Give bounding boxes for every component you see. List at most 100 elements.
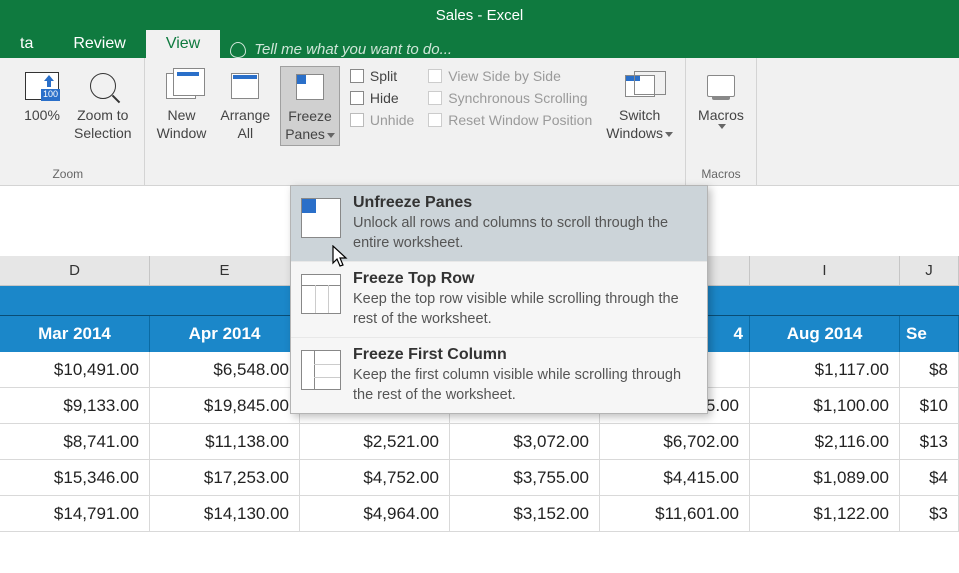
tab-review[interactable]: Review — [53, 30, 145, 58]
split-button[interactable]: Split — [350, 68, 414, 84]
group-label-macros: Macros — [694, 165, 748, 183]
zoom-100-icon — [25, 72, 59, 100]
cell[interactable]: $11,138.00 — [150, 424, 300, 459]
group-macros: Macros Macros — [686, 58, 757, 185]
zoom-100-button[interactable]: 100% — [20, 66, 64, 126]
cell[interactable]: $14,791.00 — [0, 496, 150, 531]
freeze-panes-dropdown: Unfreeze Panes Unlock all rows and colum… — [290, 185, 708, 414]
arrange-all-icon — [231, 73, 259, 99]
col-header-E[interactable]: E — [150, 256, 300, 285]
zoom-button-partial[interactable] — [0, 66, 14, 70]
macros-icon — [707, 75, 735, 97]
header-mar[interactable]: Mar 2014 — [0, 316, 150, 352]
cell[interactable]: $3,152.00 — [450, 496, 600, 531]
view-side-by-side-button: View Side by Side — [428, 68, 592, 84]
titlebar: Sales - Excel — [0, 0, 959, 30]
unfreeze-panes-item[interactable]: Unfreeze Panes Unlock all rows and colum… — [291, 186, 707, 262]
tell-me-search[interactable]: Tell me what you want to do... — [230, 41, 452, 58]
unhide-button[interactable]: Unhide — [350, 112, 414, 128]
label-line1: Macros — [698, 106, 744, 124]
cell[interactable]: $1,089.00 — [750, 460, 900, 495]
cell[interactable]: $3 — [900, 496, 959, 531]
tell-me-placeholder: Tell me what you want to do... — [254, 41, 452, 58]
cell[interactable]: $11,601.00 — [600, 496, 750, 531]
table-row: $8,741.00$11,138.00$2,521.00$3,072.00$6,… — [0, 424, 959, 460]
dd-title: Unfreeze Panes — [353, 194, 697, 212]
freeze-top-row-item[interactable]: Freeze Top Row Keep the top row visible … — [291, 262, 707, 338]
dd-desc: Keep the first column visible while scro… — [353, 366, 697, 405]
cell[interactable]: $2,116.00 — [750, 424, 900, 459]
label-line2: Windows — [606, 125, 663, 141]
label-line1: Freeze — [288, 107, 332, 125]
switch-windows-icon — [625, 75, 655, 97]
chevron-down-icon — [718, 124, 726, 129]
mouse-cursor-icon — [332, 245, 350, 274]
switch-windows-button[interactable]: Switch Windows — [602, 66, 677, 144]
label-line2: All — [238, 124, 254, 142]
cell[interactable]: $4,752.00 — [300, 460, 450, 495]
cell[interactable]: $19,845.00 — [150, 388, 300, 423]
reset-window-position-button: Reset Window Position — [428, 112, 592, 128]
cell[interactable]: $4,964.00 — [300, 496, 450, 531]
tab-data[interactable]: ta — [0, 30, 53, 58]
col-header-I[interactable]: I — [750, 256, 900, 285]
cell[interactable]: $6,702.00 — [600, 424, 750, 459]
tab-view[interactable]: View — [146, 30, 220, 58]
freeze-first-col-icon — [301, 350, 341, 390]
dd-title: Freeze First Column — [353, 346, 697, 364]
cell[interactable]: $2,521.00 — [300, 424, 450, 459]
app-title: Sales - Excel — [436, 7, 524, 24]
cell[interactable]: $1,122.00 — [750, 496, 900, 531]
cell[interactable]: $8 — [900, 352, 959, 387]
col-header-D[interactable]: D — [0, 256, 150, 285]
table-row: $15,346.00$17,253.00$4,752.00$3,755.00$4… — [0, 460, 959, 496]
label-line1: Zoom to — [77, 106, 128, 124]
cell[interactable]: $13 — [900, 424, 959, 459]
hide-button[interactable]: Hide — [350, 90, 414, 106]
header-aug[interactable]: Aug 2014 — [750, 316, 900, 352]
zoom-100-label: 100% — [24, 106, 60, 124]
freeze-top-row-icon — [301, 274, 341, 314]
label-line2: Selection — [74, 124, 132, 142]
label-line1: New — [167, 106, 195, 124]
ribbon-tabs: ta Review View Tell me what you want to … — [0, 30, 959, 58]
label-line2: Panes — [285, 126, 325, 142]
unfreeze-panes-icon — [301, 198, 341, 238]
group-zoom: 100% Zoom to Selection Zoom — [0, 58, 145, 185]
table-row: $14,791.00$14,130.00$4,964.00$3,152.00$1… — [0, 496, 959, 532]
cell[interactable]: $4,415.00 — [600, 460, 750, 495]
cell[interactable]: $9,133.00 — [0, 388, 150, 423]
lightbulb-icon — [230, 42, 246, 58]
cell[interactable]: $3,072.00 — [450, 424, 600, 459]
freeze-panes-button[interactable]: Freeze Panes — [280, 66, 340, 146]
ribbon: 100% Zoom to Selection Zoom New Window A… — [0, 58, 959, 186]
cell[interactable]: $1,117.00 — [750, 352, 900, 387]
cell[interactable]: $1,100.00 — [750, 388, 900, 423]
cell[interactable]: $3,755.00 — [450, 460, 600, 495]
magnifier-icon — [90, 73, 116, 99]
freeze-panes-icon — [296, 74, 324, 100]
label-line1: Switch — [619, 106, 660, 124]
cell[interactable]: $8,741.00 — [0, 424, 150, 459]
cell[interactable]: $10 — [900, 388, 959, 423]
group-label-zoom: Zoom — [0, 165, 136, 183]
label-line1: Arrange — [220, 106, 270, 124]
synchronous-scrolling-button: Synchronous Scrolling — [428, 90, 592, 106]
cell[interactable]: $4 — [900, 460, 959, 495]
dd-title: Freeze Top Row — [353, 270, 697, 288]
cell[interactable]: $10,491.00 — [0, 352, 150, 387]
cell[interactable]: $17,253.00 — [150, 460, 300, 495]
chevron-down-icon — [665, 132, 673, 137]
cell[interactable]: $14,130.00 — [150, 496, 300, 531]
header-sep[interactable]: Se — [900, 316, 959, 352]
freeze-first-column-item[interactable]: Freeze First Column Keep the first colum… — [291, 338, 707, 413]
header-apr[interactable]: Apr 2014 — [150, 316, 300, 352]
cell[interactable]: $15,346.00 — [0, 460, 150, 495]
new-window-button[interactable]: New Window — [153, 66, 211, 144]
zoom-to-selection-button[interactable]: Zoom to Selection — [70, 66, 136, 144]
arrange-all-button[interactable]: Arrange All — [216, 66, 274, 144]
cell[interactable]: $6,548.00 — [150, 352, 300, 387]
window-compare-group: View Side by Side Synchronous Scrolling … — [424, 66, 596, 130]
col-header-J[interactable]: J — [900, 256, 959, 285]
macros-button[interactable]: Macros — [694, 66, 748, 131]
